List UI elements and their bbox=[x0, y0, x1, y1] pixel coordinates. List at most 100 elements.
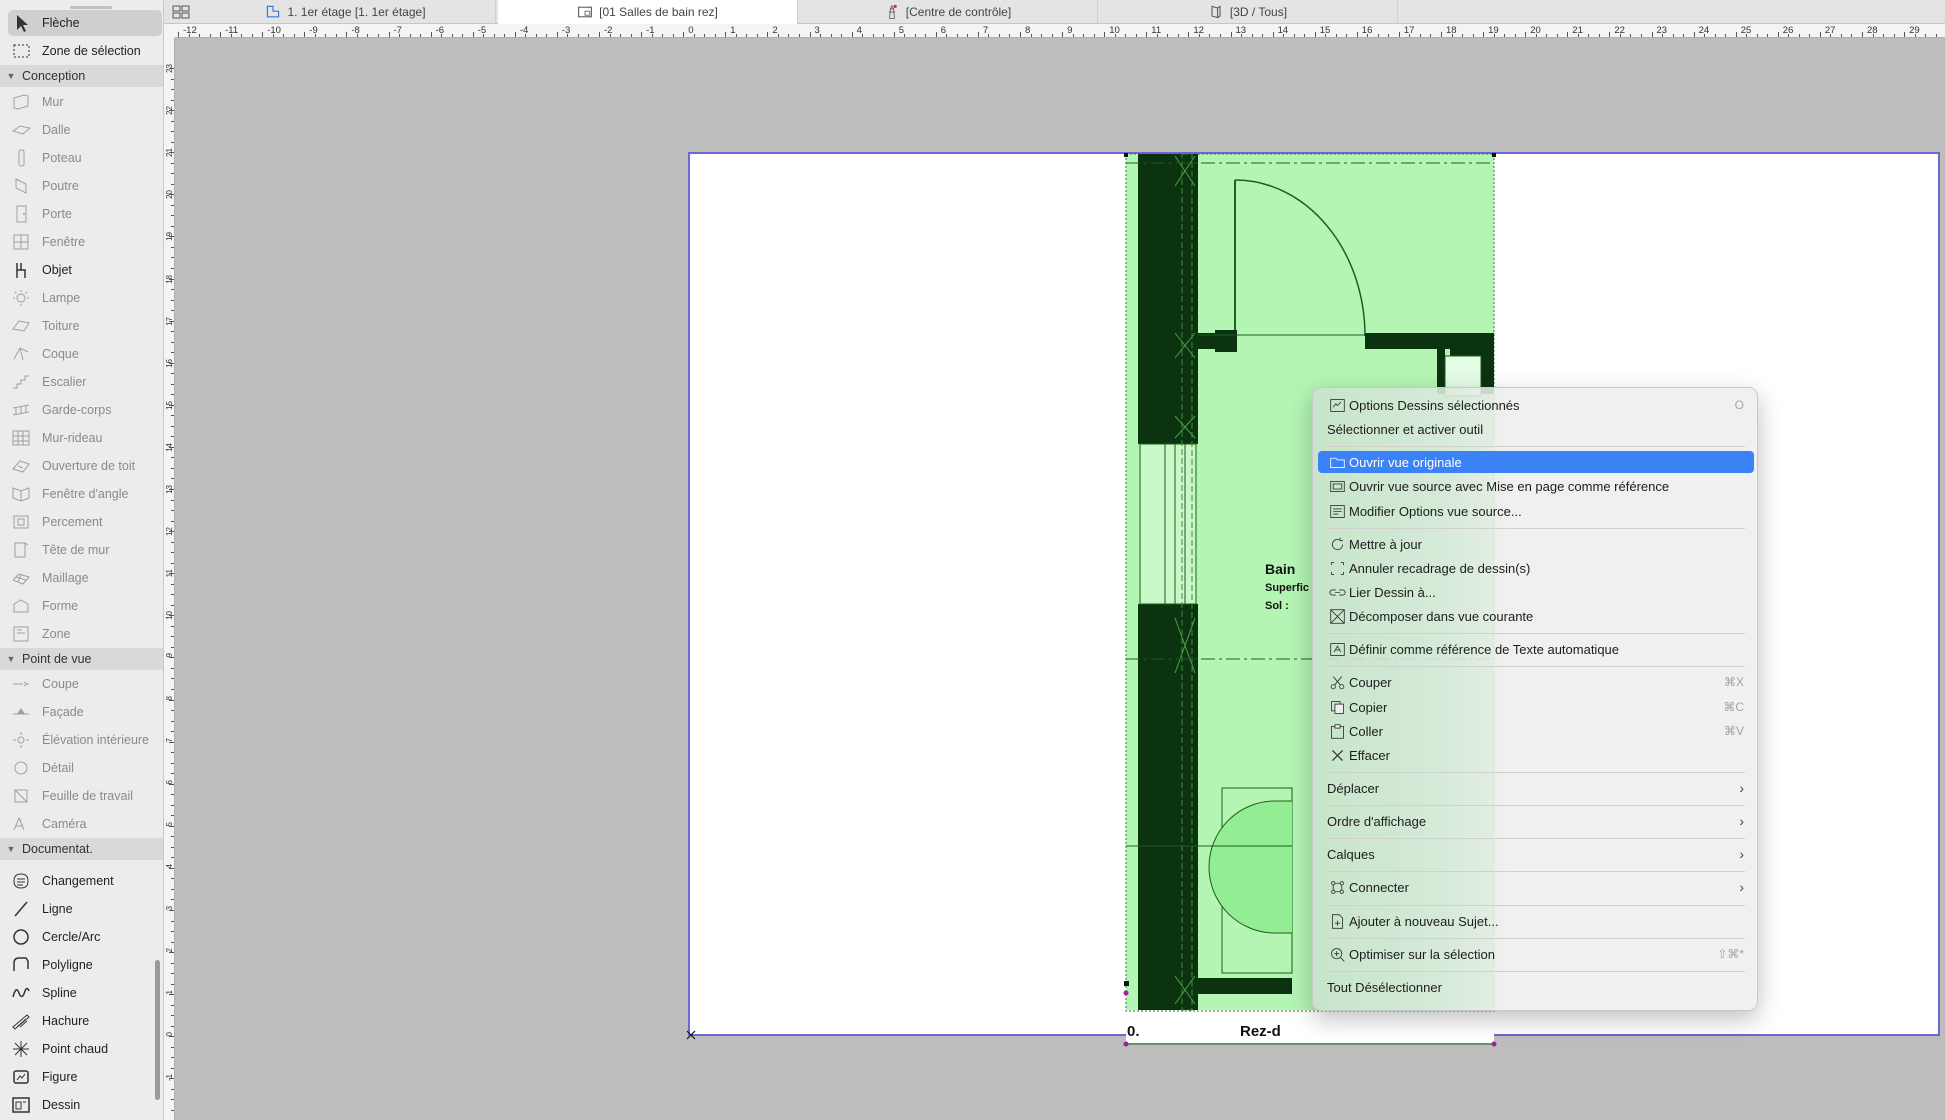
tool-camera[interactable]: Caméra bbox=[8, 811, 162, 837]
tool-section[interactable]: Coupe bbox=[8, 671, 162, 697]
ruler-tick-label: 4 bbox=[856, 25, 862, 36]
tool-door[interactable]: Porte bbox=[8, 201, 162, 227]
menu-item-15[interactable]: Copier ⌘C bbox=[1318, 696, 1754, 718]
tool-zone[interactable]: Zone bbox=[8, 621, 162, 647]
menu-separator bbox=[1327, 666, 1745, 667]
section-documentation[interactable]: ▼ Documentat. bbox=[0, 838, 163, 860]
tool-spline[interactable]: Spline bbox=[8, 980, 162, 1006]
tool-circle[interactable]: Cercle/Arc bbox=[8, 924, 162, 950]
tool-curtain-wall[interactable]: Mur-rideau bbox=[8, 425, 162, 451]
chevron-right-icon: › bbox=[1739, 846, 1744, 862]
tool-beam[interactable]: Poutre bbox=[8, 173, 162, 199]
tool-object[interactable]: Objet bbox=[8, 257, 162, 283]
tool-opening[interactable]: Percement bbox=[8, 509, 162, 535]
menu-item-12[interactable]: Définir comme référence de Texte automat… bbox=[1318, 638, 1754, 660]
menu-item-3[interactable]: Ouvrir vue originale bbox=[1318, 451, 1754, 473]
tool-polyline[interactable]: Polyligne bbox=[8, 952, 162, 978]
tool-shell[interactable]: Coque bbox=[8, 341, 162, 367]
tool-railing[interactable]: Garde-corps bbox=[8, 397, 162, 423]
menu-item-label: Décomposer dans vue courante bbox=[1349, 608, 1534, 624]
tool-slab[interactable]: Dalle bbox=[8, 117, 162, 143]
crop-icon bbox=[1330, 561, 1344, 575]
tool-line[interactable]: Ligne bbox=[8, 896, 162, 922]
mesh-icon bbox=[12, 573, 30, 585]
vertical-ruler[interactable]: 23222120191817161514131211109876543210-1 bbox=[164, 38, 175, 1120]
zone-icon bbox=[13, 626, 29, 642]
sidebar-scrollbar[interactable] bbox=[155, 960, 160, 1100]
tool-wall[interactable]: Mur bbox=[8, 89, 162, 115]
tool-wall-end[interactable]: Tête de mur bbox=[8, 537, 162, 563]
tab-label: [01 Salles de bain rez] bbox=[599, 5, 718, 19]
tab-0[interactable]: 1. 1er étage [1. 1er étage] bbox=[196, 0, 496, 24]
tool-column[interactable]: Poteau bbox=[8, 145, 162, 171]
tool-hatch[interactable]: Hachure bbox=[8, 1008, 162, 1034]
tool-lamp[interactable]: Lampe bbox=[8, 285, 162, 311]
tool-stair[interactable]: Escalier bbox=[8, 369, 162, 395]
tool-label: Figure bbox=[42, 1070, 78, 1084]
menu-separator bbox=[1327, 871, 1745, 872]
tab-3[interactable]: [3D / Tous] bbox=[1098, 0, 1398, 24]
menu-item-29[interactable]: Optimiser sur la sélection ⇧⌘* bbox=[1318, 943, 1754, 965]
story-number: 0. bbox=[1127, 1023, 1140, 1040]
tab-overview-button[interactable] bbox=[170, 3, 192, 21]
menu-item-17[interactable]: Effacer bbox=[1318, 744, 1754, 766]
tool-worksheet[interactable]: Feuille de travail bbox=[8, 783, 162, 809]
menu-item-31[interactable]: Tout Désélectionner bbox=[1318, 976, 1754, 998]
menu-item-label: Lier Dessin à... bbox=[1349, 584, 1436, 600]
section-conception[interactable]: ▼ Conception bbox=[0, 65, 163, 87]
menu-item-4[interactable]: Ouvrir vue source avec Mise en page comm… bbox=[1318, 475, 1754, 497]
wall-left-lower bbox=[1138, 604, 1198, 1010]
menu-item-7[interactable]: Mettre à jour bbox=[1318, 533, 1754, 555]
menu-item-14[interactable]: Couper ⌘X bbox=[1318, 671, 1754, 693]
menu-item-5[interactable]: Modifier Options vue source... bbox=[1318, 500, 1754, 522]
ruler-tick-label: -6 bbox=[435, 25, 445, 36]
menu-item-0[interactable]: Options Dessins sélectionnés O bbox=[1318, 394, 1754, 416]
menu-item-21[interactable]: Ordre d'affichage › bbox=[1318, 810, 1754, 832]
tool-drawing[interactable]: Dessin bbox=[8, 1092, 162, 1118]
figure-icon bbox=[13, 1070, 29, 1084]
tool-detail[interactable]: Détail bbox=[8, 755, 162, 781]
corner-window-icon bbox=[12, 487, 30, 502]
menu-item-27[interactable]: Ajouter à nouveau Sujet... bbox=[1318, 910, 1754, 932]
menu-item-label: Mettre à jour bbox=[1349, 536, 1422, 552]
tool-label: Tête de mur bbox=[42, 543, 110, 557]
tool-hotspot[interactable]: Point chaud bbox=[8, 1036, 162, 1062]
tab-bar: 1. 1er étage [1. 1er étage] [01 Salles d… bbox=[164, 0, 1945, 24]
menu-item-10[interactable]: Décomposer dans vue courante bbox=[1318, 605, 1754, 627]
elevation-icon bbox=[13, 708, 29, 715]
tool-corner-window[interactable]: Fenêtre d'angle bbox=[8, 481, 162, 507]
section-point-de-vue[interactable]: ▼ Point de vue bbox=[0, 648, 163, 670]
tool-figure[interactable]: Figure bbox=[8, 1064, 162, 1090]
menu-item-label: Effacer bbox=[1349, 747, 1390, 763]
skylight-icon bbox=[12, 460, 30, 473]
tool-label: Garde-corps bbox=[42, 403, 112, 417]
tool-morph[interactable]: Forme bbox=[8, 593, 162, 619]
menu-shortcut: ⇧⌘* bbox=[1717, 947, 1744, 961]
menu-item-9[interactable]: Lier Dessin à... bbox=[1318, 581, 1754, 603]
tool-elevation[interactable]: Façade bbox=[8, 699, 162, 725]
sidebar-drag-handle[interactable] bbox=[70, 6, 112, 9]
menu-item-19[interactable]: Déplacer › bbox=[1318, 777, 1754, 799]
menu-item-25[interactable]: Connecter › bbox=[1318, 876, 1754, 898]
menu-item-1[interactable]: Sélectionner et activer outil bbox=[1318, 418, 1754, 440]
menu-item-8[interactable]: Annuler recadrage de dessin(s) bbox=[1318, 557, 1754, 579]
tool-window[interactable]: Fenêtre bbox=[8, 229, 162, 255]
tool-skylight[interactable]: Ouverture de toit bbox=[8, 453, 162, 479]
tool-mesh[interactable]: Maillage bbox=[8, 565, 162, 591]
tool-roof[interactable]: Toiture bbox=[8, 313, 162, 339]
door-icon bbox=[16, 205, 27, 223]
stair-icon bbox=[13, 375, 29, 389]
tool-label: Cercle/Arc bbox=[42, 930, 101, 944]
tab-1[interactable]: [01 Salles de bain rez] bbox=[498, 0, 798, 24]
menu-item-16[interactable]: Coller ⌘V bbox=[1318, 720, 1754, 742]
menu-item-label: Définir comme référence de Texte automat… bbox=[1349, 641, 1620, 657]
tool-arrow-pointer[interactable]: Flèche bbox=[8, 10, 162, 36]
menu-separator bbox=[1327, 446, 1745, 447]
horizontal-ruler[interactable]: -12 -11 -10 -9 -8 -7 -6 -5 -4 -3 -2 -1 0 1 2 3 4 5 6 7 8 9 10 1… bbox=[175, 24, 1945, 38]
tool-marquee[interactable]: Zone de sélection bbox=[8, 38, 162, 64]
tool-change[interactable]: Changement bbox=[8, 868, 162, 894]
menu-item-23[interactable]: Calques › bbox=[1318, 843, 1754, 865]
tool-interior-elevation[interactable]: Élévation intérieure bbox=[8, 727, 162, 753]
tab-2[interactable]: [Centre de contrôle] bbox=[798, 0, 1098, 24]
tool-label: Forme bbox=[42, 599, 79, 613]
